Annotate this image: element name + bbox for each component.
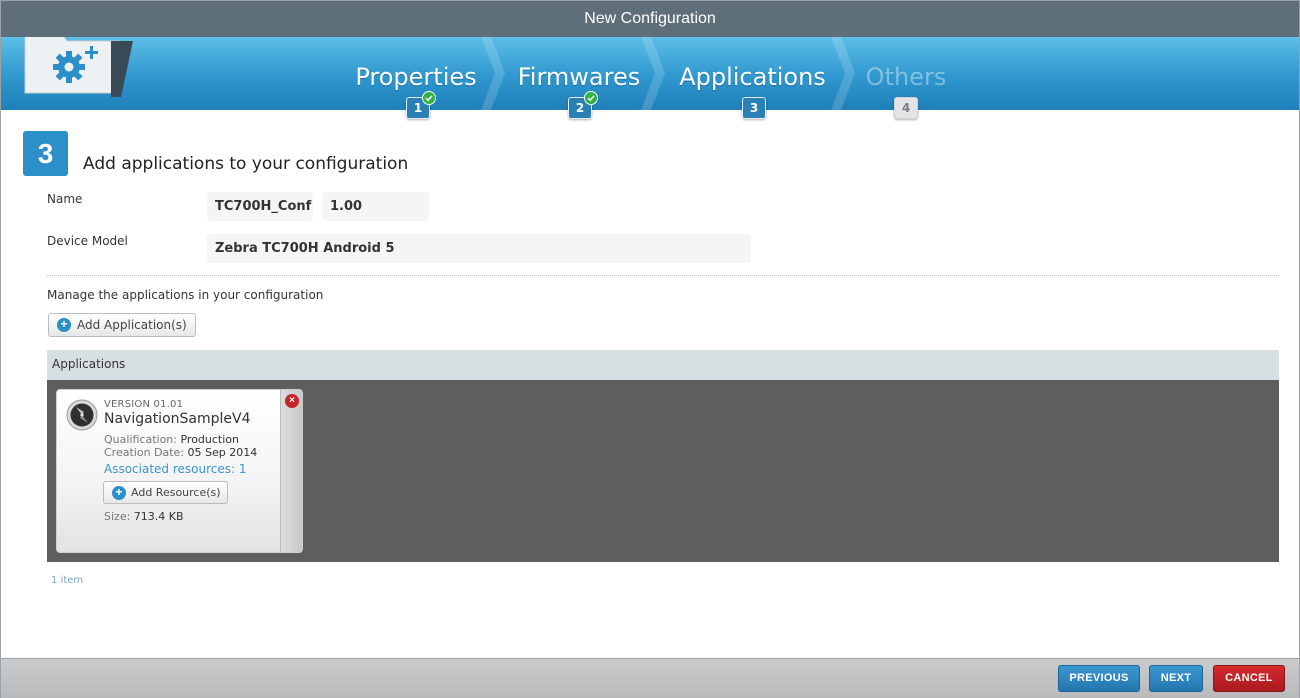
configuration-window: New Configuration Properties Firmwares A…: [0, 0, 1300, 698]
size-value: 713.4 KB: [133, 510, 184, 523]
wizard-step-applications[interactable]: Applications: [665, 37, 840, 110]
size-label: Size:: [104, 510, 131, 523]
manage-apps-text: Manage the applications in your configur…: [47, 288, 324, 302]
add-application-button[interactable]: + Add Application(s): [48, 313, 196, 337]
app-version: VERSION 01.01: [104, 399, 184, 410]
qualification-value: Production: [180, 433, 240, 446]
step-label: Properties: [355, 63, 477, 91]
folder-gear-plus-icon: [24, 37, 133, 97]
applications-panel-header: Applications: [47, 350, 1279, 380]
config-name-field: TC700H_Conf: [207, 192, 313, 221]
app-creation-date: Creation Date: 05 Sep 2014: [104, 446, 257, 459]
card-scrollbar[interactable]: [280, 390, 302, 552]
page-title: Add applications to your configuration: [83, 154, 409, 174]
name-label: Name: [47, 192, 83, 206]
creation-date-value: 05 Sep 2014: [187, 446, 258, 459]
plus-icon: +: [112, 486, 126, 500]
add-resource-button[interactable]: + Add Resource(s): [103, 481, 228, 504]
add-resource-label: Add Resource(s): [131, 486, 221, 499]
wizard-step-firmwares[interactable]: Firmwares: [504, 37, 654, 110]
cancel-button[interactable]: CANCEL: [1213, 665, 1285, 692]
current-step-number: 3: [23, 131, 68, 176]
creation-date-label: Creation Date:: [104, 446, 185, 459]
item-count: 1 item: [51, 575, 84, 586]
plus-icon: +: [57, 318, 71, 332]
add-application-label: Add Application(s): [77, 318, 187, 332]
config-version-field: 1.00: [322, 192, 429, 221]
remove-application-icon[interactable]: ×: [285, 394, 299, 408]
compass-app-icon: [66, 399, 98, 431]
section-divider: [47, 275, 1279, 276]
app-size: Size: 713.4 KB: [104, 510, 184, 523]
qualification-label: Qualification:: [104, 433, 177, 446]
app-qualification: Qualification: Production: [104, 433, 239, 446]
app-name: NavigationSampleV4: [104, 411, 251, 427]
step-label: Applications: [679, 63, 826, 91]
wizard-header: Properties Firmwares Applications Others: [1, 37, 1299, 110]
step-label: Others: [865, 63, 947, 91]
device-model-field: Zebra TC700H Android 5: [207, 234, 751, 263]
window-title: New Configuration: [1, 1, 1299, 37]
step-label: Firmwares: [517, 63, 641, 91]
wizard-step-others[interactable]: Others: [851, 37, 961, 110]
previous-button[interactable]: PREVIOUS: [1058, 665, 1140, 692]
wizard-step-properties[interactable]: Properties: [341, 37, 491, 110]
next-button[interactable]: NEXT: [1149, 665, 1203, 692]
associated-resources-link[interactable]: Associated resources: 1: [104, 462, 247, 476]
device-model-label: Device Model: [47, 234, 128, 248]
